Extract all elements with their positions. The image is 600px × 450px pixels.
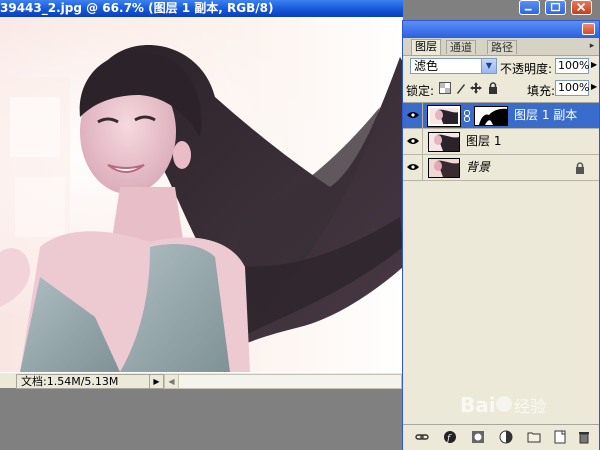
- lock-transparent-pixels-icon[interactable]: [439, 82, 451, 94]
- link-layers-icon[interactable]: [415, 430, 429, 444]
- palette-menu-icon[interactable]: ▸: [587, 41, 597, 51]
- layer-mask-image: [475, 107, 507, 125]
- lock-position-icon[interactable]: [470, 82, 482, 94]
- window-controls: [517, 0, 600, 16]
- palette-tabs: 图层 通道 路径 ▸: [403, 38, 599, 56]
- horizontal-scrollbar[interactable]: ◀: [164, 374, 402, 389]
- layers-palette: 图层 通道 路径 ▸ 滤色 ▼ 不透明度: 100% ▶ 锁定: 填充: 100…: [402, 20, 600, 450]
- layer-row-layer-1[interactable]: 图层 1: [403, 129, 599, 155]
- tab-paths[interactable]: 路径: [487, 40, 517, 54]
- svg-text:Bai: Bai: [460, 393, 496, 417]
- document-window: 39443_2.jpg @ 66.7% (图层 1 副本, RGB/8) 文档:…: [0, 0, 403, 389]
- document-title: 39443_2.jpg @ 66.7% (图层 1 副本, RGB/8): [0, 1, 274, 15]
- adjustment-layer-icon[interactable]: [499, 430, 513, 444]
- layer-row-layer-1-copy[interactable]: 图层 1 副本: [403, 103, 599, 129]
- palette-close-button[interactable]: [582, 23, 595, 35]
- opacity-slider-arrow-icon[interactable]: ▶: [591, 60, 597, 69]
- document-size-readout: 文档:1.54M/5.13M: [16, 374, 154, 389]
- trash-icon[interactable]: [577, 430, 591, 444]
- minimize-button[interactable]: [519, 0, 540, 15]
- new-layer-icon[interactable]: [553, 430, 567, 444]
- chevron-down-icon[interactable]: ▼: [481, 59, 496, 73]
- palette-titlebar[interactable]: [403, 21, 599, 38]
- add-mask-icon[interactable]: [471, 430, 485, 444]
- status-menu-arrow-icon[interactable]: ▶: [149, 374, 164, 389]
- eye-icon: [407, 164, 419, 170]
- layer-style-icon[interactable]: f: [443, 430, 457, 444]
- fill-label: 填充:: [527, 84, 556, 98]
- maximize-icon: [550, 2, 561, 12]
- layer-visibility-toggle[interactable]: [403, 155, 423, 180]
- layer-name[interactable]: 背景: [466, 160, 490, 175]
- scroll-left-arrow-icon[interactable]: ◀: [165, 375, 179, 388]
- layer-name[interactable]: 图层 1 副本: [514, 108, 577, 123]
- close-button[interactable]: [571, 0, 592, 15]
- photo-woman-hair: [0, 44, 403, 372]
- layer-thumbnail-image: [429, 159, 459, 177]
- layer-locked-icon: [576, 162, 584, 174]
- layer-mask-thumbnail[interactable]: [474, 106, 508, 126]
- lock-all-icon[interactable]: [487, 82, 499, 94]
- svg-text:经验: 经验: [514, 397, 546, 416]
- tab-channels[interactable]: 通道: [446, 40, 476, 54]
- image-canvas[interactable]: [0, 17, 403, 372]
- layer-name[interactable]: 图层 1: [466, 134, 501, 149]
- palette-footer: f: [403, 424, 599, 450]
- layers-list: 图层 1 副本 图层 1 背景: [403, 102, 599, 425]
- mask-link-icon[interactable]: [464, 110, 470, 122]
- layer-thumbnail[interactable]: [428, 158, 460, 178]
- baidu-logo-watermark: Bai 经验: [460, 393, 546, 417]
- eye-icon: [407, 112, 419, 118]
- fill-input[interactable]: 100%: [555, 80, 589, 96]
- baidu-watermark: Bai 经验: [458, 390, 568, 420]
- lock-image-pixels-icon[interactable]: [455, 82, 467, 94]
- maximize-button[interactable]: [545, 0, 566, 15]
- blend-mode-select[interactable]: 滤色 ▼: [410, 58, 497, 74]
- fill-slider-arrow-icon[interactable]: ▶: [591, 82, 597, 91]
- lock-label: 锁定:: [406, 84, 435, 98]
- blend-mode-value: 滤色: [414, 59, 439, 73]
- opacity-input[interactable]: 100%: [555, 58, 589, 74]
- eye-icon: [407, 138, 419, 144]
- layer-visibility-toggle[interactable]: [403, 129, 423, 154]
- layer-thumbnail[interactable]: [427, 105, 461, 127]
- blend-mode-row: 滤色 ▼ 不透明度: 100% ▶: [403, 57, 599, 77]
- tab-layers[interactable]: 图层: [411, 39, 441, 55]
- document-titlebar[interactable]: 39443_2.jpg @ 66.7% (图层 1 副本, RGB/8): [0, 0, 403, 17]
- lock-row: 锁定: 填充: 100% ▶: [403, 79, 599, 99]
- layer-row-background[interactable]: 背景: [403, 155, 599, 181]
- close-icon: [576, 2, 586, 12]
- layer-thumbnail[interactable]: [428, 132, 460, 152]
- new-group-icon[interactable]: [527, 430, 541, 444]
- document-statusbar: 文档:1.54M/5.13M ▶ ◀: [0, 372, 403, 389]
- minimize-icon: [524, 8, 532, 11]
- layer-thumbnail-image: [430, 108, 458, 124]
- layer-thumbnail-image: [429, 133, 459, 151]
- layer-visibility-toggle[interactable]: [403, 103, 423, 128]
- opacity-label: 不透明度:: [500, 62, 553, 76]
